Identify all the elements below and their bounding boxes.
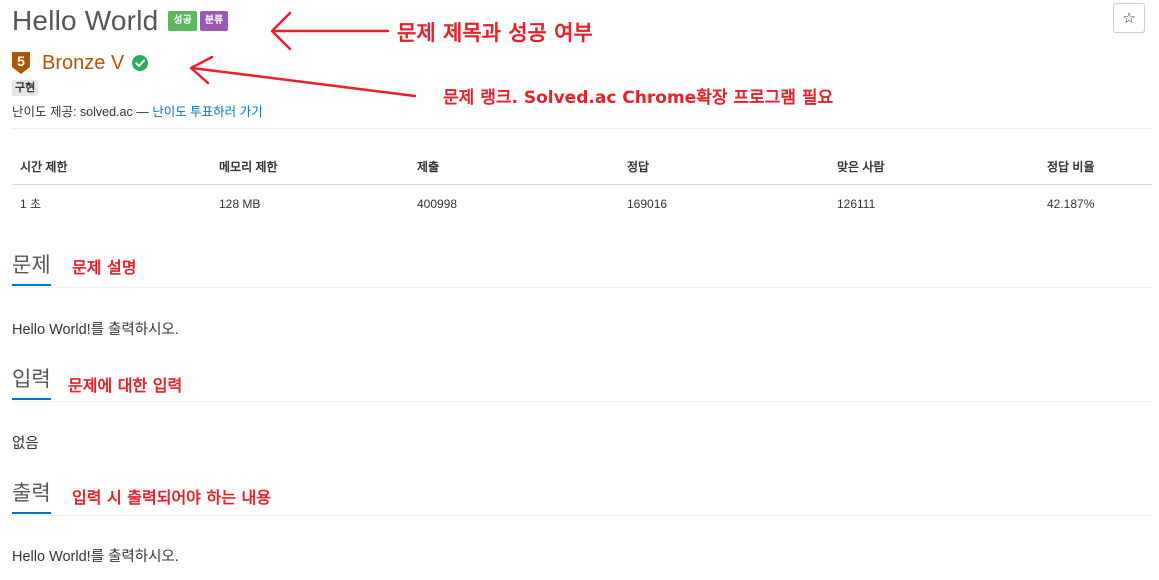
bronze-tier-icon: 5 <box>12 52 30 74</box>
table-cell: 42.187% <box>1047 196 1095 211</box>
difficulty-prefix: 난이도 제공: solved.ac — <box>12 105 153 119</box>
success-badge[interactable]: 성공 <box>168 11 197 31</box>
problem-description: Hello World!를 출력하시오. <box>12 322 179 338</box>
solved-check-icon <box>132 55 149 71</box>
table-cell: 169016 <box>627 196 668 211</box>
tier-name[interactable]: Bronze V <box>42 52 124 74</box>
problem-annotation: 문제 설명 <box>72 258 137 277</box>
table-header: 정답 비율 <box>1039 148 1152 185</box>
difficulty-vote-link[interactable]: 난이도 투표하러 가기 <box>152 105 262 119</box>
table-header: 시간 제한 <box>12 148 211 185</box>
input-description: 없음 <box>12 436 39 452</box>
problem-section-title: 문제 <box>12 251 51 286</box>
category-badge[interactable]: 분류 <box>199 11 229 31</box>
table-header: 정답 <box>619 148 829 185</box>
problem-section-header: 문제 <box>12 251 1152 288</box>
table-header: 맞은 사람 <box>829 148 1039 185</box>
output-section-title: 출력 <box>12 479 51 514</box>
table-cell: 128 MB <box>219 196 261 211</box>
problem-info-table: 시간 제한 메모리 제한 제출 정답 맞은 사람 정답 비율 1 초 128 M… <box>12 148 1152 220</box>
input-annotation: 문제에 대한 입력 <box>68 376 183 395</box>
table-header: 제출 <box>409 148 619 185</box>
favorite-star-button[interactable]: ☆ <box>1113 3 1145 33</box>
input-section-title: 입력 <box>12 365 51 400</box>
rank-annotation: 문제 랭크. Solved.ac Chrome확장 프로그램 필요 <box>443 88 834 108</box>
star-icon: ☆ <box>1122 10 1136 27</box>
output-annotation: 입력 시 출력되어야 하는 내용 <box>72 488 271 507</box>
output-description: Hello World!를 출력하시오. <box>12 549 179 565</box>
algorithm-tag[interactable]: 구현 <box>12 80 39 96</box>
input-section-header: 입력 <box>12 365 1152 402</box>
tier-number: 5 <box>17 53 25 69</box>
divider <box>12 128 1152 129</box>
table-header: 메모리 제한 <box>211 148 409 185</box>
table-header-row: 시간 제한 메모리 제한 제출 정답 맞은 사람 정답 비율 <box>12 148 1152 185</box>
difficulty-provider: 난이도 제공: solved.ac — 난이도 투표하러 가기 <box>12 101 263 120</box>
table-cell: 400998 <box>417 196 458 211</box>
table-cell: 1 초 <box>20 197 42 211</box>
problem-title: Hello World <box>12 5 159 36</box>
title-row: Hello World 성공 분류 <box>12 4 229 38</box>
table-cell: 126111 <box>837 196 876 211</box>
title-annotation: 문제 제목과 성공 여부 <box>397 21 593 45</box>
table-row: 1 초 128 MB 400998 169016 126111 42.187% <box>12 185 1152 221</box>
tier-row: 5 Bronze V <box>12 52 149 74</box>
